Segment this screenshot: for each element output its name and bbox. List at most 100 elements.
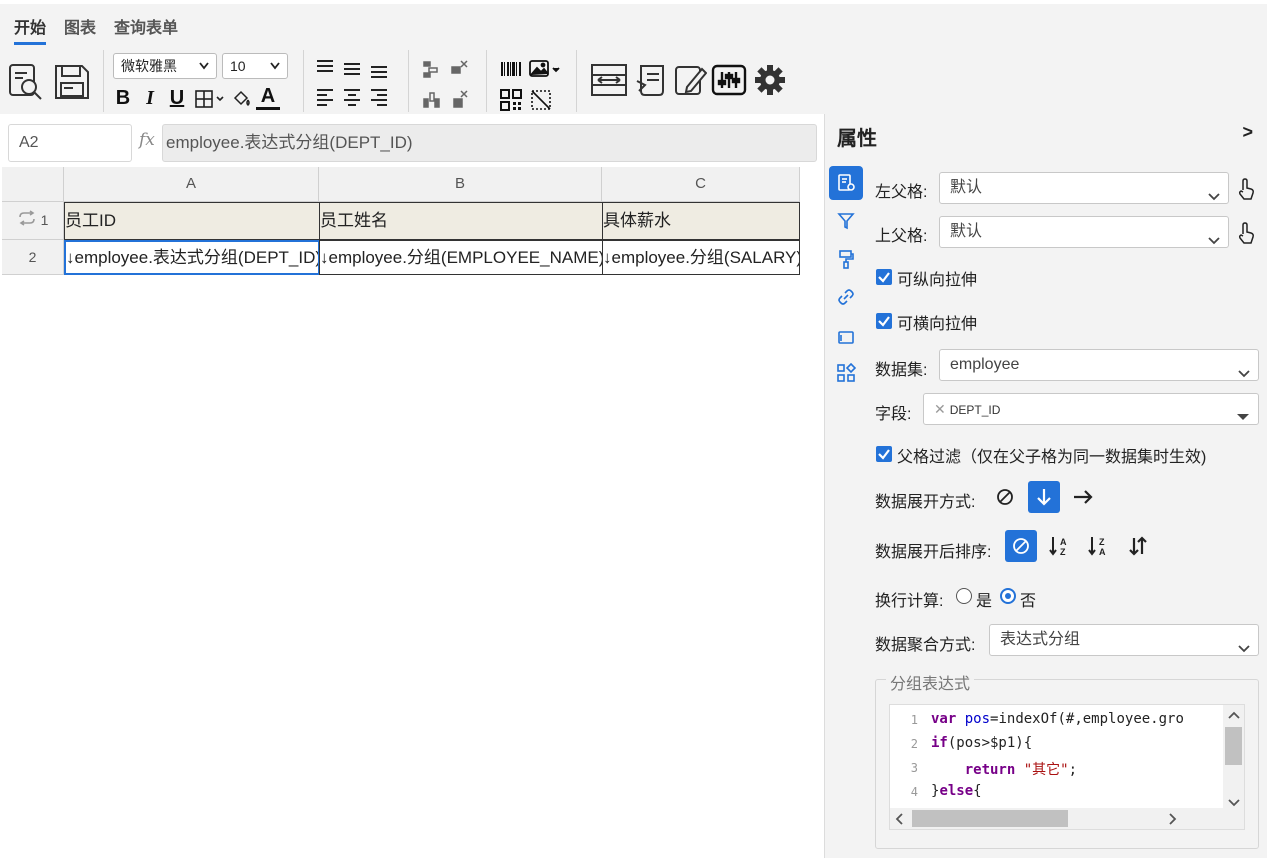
column-header-b[interactable]: B: [319, 167, 602, 202]
vertical-stretch-checkbox[interactable]: [876, 269, 892, 285]
field-value: DEPT_ID: [949, 403, 1001, 417]
delete-row-icon[interactable]: [448, 58, 470, 80]
no-sort-icon[interactable]: [1005, 530, 1037, 562]
font-family-select[interactable]: 微软雅黑: [113, 53, 217, 79]
cell-b1[interactable]: 员工姓名: [319, 202, 603, 240]
cell-reference-box[interactable]: A2: [8, 124, 132, 162]
row-header-2[interactable]: 2: [2, 240, 64, 275]
aggregate-select[interactable]: 表达式分组: [989, 624, 1259, 656]
separator: [103, 50, 104, 112]
code-editor[interactable]: 1 2 3 4 5 var pos=indexOf(#,employee.gro…: [889, 704, 1245, 830]
column-header-a[interactable]: A: [64, 167, 319, 202]
pick-cell-icon[interactable]: [1235, 220, 1257, 246]
row-header-1[interactable]: 1: [2, 202, 64, 240]
code-text: ;: [1068, 762, 1078, 778]
italic-button[interactable]: I: [139, 86, 161, 110]
align-left-icon[interactable]: [314, 86, 336, 108]
horizontal-stretch-checkbox[interactable]: [876, 313, 892, 329]
aggregate-label: 数据聚合方式:: [875, 637, 976, 654]
insert-col-icon[interactable]: [420, 88, 442, 110]
underline-button[interactable]: U: [166, 86, 188, 110]
code-string: "其它": [1023, 762, 1069, 778]
image-icon[interactable]: [528, 58, 562, 80]
vertical-scrollbar[interactable]: [1223, 705, 1244, 809]
align-right-icon[interactable]: [368, 86, 390, 108]
vertical-scroll-thumb[interactable]: [1225, 727, 1242, 765]
ribbon-tabs: 开始 图表 查询表单: [14, 14, 178, 45]
widgets-tab[interactable]: [829, 356, 863, 390]
collapse-panel-button[interactable]: >: [1242, 122, 1253, 143]
tab-chart[interactable]: 图表: [64, 14, 96, 45]
font-color-button[interactable]: A: [256, 85, 280, 110]
align-bottom-icon[interactable]: [368, 60, 390, 80]
qrcode-icon[interactable]: [498, 88, 524, 112]
edit-icon[interactable]: [672, 60, 708, 100]
ribbon-tools: 微软雅黑 10 B I U A: [0, 48, 800, 114]
parent-filter-checkbox[interactable]: [876, 446, 892, 462]
code-line-3: return "其它";: [931, 759, 1077, 779]
sort-ascending-icon[interactable]: AZ: [1044, 530, 1076, 562]
cell-b2[interactable]: ↓employee.分组(EMPLOYEE_NAME): [319, 240, 603, 275]
code-keyword: return: [964, 762, 1016, 778]
newline-yes-label: 是: [976, 593, 993, 610]
tab-query-form[interactable]: 查询表单: [114, 14, 178, 45]
expand-right-icon[interactable]: [1067, 481, 1099, 513]
gear-icon[interactable]: [752, 60, 788, 100]
cell-properties-tab[interactable]: [829, 166, 863, 200]
preview-icon[interactable]: [6, 62, 46, 102]
top-parent-select[interactable]: 默认: [939, 216, 1229, 248]
link-tab[interactable]: [829, 280, 863, 314]
horizontal-scrollbar[interactable]: [890, 808, 1244, 829]
cell-c1[interactable]: 具体薪水: [602, 202, 800, 240]
border-icon[interactable]: [194, 88, 226, 110]
expand-down-icon[interactable]: [1028, 481, 1060, 513]
delete-col-icon[interactable]: [448, 88, 470, 110]
dataset-value: employee: [950, 356, 1020, 373]
align-top-icon[interactable]: [314, 56, 336, 76]
formula-input[interactable]: employee.表达式分组(DEPT_ID): [162, 124, 817, 162]
separator: [576, 50, 577, 112]
newline-yes-radio[interactable]: [956, 588, 972, 604]
fill-color-icon[interactable]: [230, 88, 254, 110]
cell-a1[interactable]: 员工ID: [64, 202, 320, 240]
cell-a2[interactable]: ↓employee.表达式分组(DEPT_ID): [64, 240, 320, 275]
no-expand-icon[interactable]: [989, 481, 1021, 513]
page-setup-icon[interactable]: [589, 60, 629, 100]
align-middle-icon[interactable]: [341, 58, 363, 78]
properties-icon[interactable]: [710, 60, 748, 100]
dataset-select[interactable]: employee: [939, 349, 1259, 381]
scroll-right-icon[interactable]: [1168, 812, 1178, 828]
field-label: 字段:: [875, 406, 912, 423]
corner-cell[interactable]: [2, 167, 64, 202]
horizontal-scroll-thumb[interactable]: [912, 810, 1068, 827]
code-variable: pos: [964, 711, 991, 727]
scroll-left-icon[interactable]: [894, 812, 904, 828]
barcode-icon[interactable]: [498, 58, 524, 80]
sort-custom-icon[interactable]: [1122, 530, 1154, 562]
align-center-icon[interactable]: [341, 86, 363, 108]
save-icon[interactable]: [52, 62, 92, 102]
insert-row-icon[interactable]: [420, 58, 442, 80]
tab-start[interactable]: 开始: [14, 14, 47, 45]
left-parent-select[interactable]: 默认: [939, 172, 1229, 204]
newline-no-radio[interactable]: [1000, 588, 1016, 604]
remove-icon[interactable]: ✕: [934, 401, 946, 417]
bold-button[interactable]: B: [112, 86, 134, 110]
parameter-icon[interactable]: [634, 60, 670, 100]
border-tab[interactable]: [829, 320, 863, 354]
chevron-down-icon: [269, 54, 281, 87]
newline-no-label: 否: [1020, 593, 1037, 610]
scroll-up-icon[interactable]: [1228, 707, 1240, 723]
column-header-c[interactable]: C: [602, 167, 800, 202]
aggregate-value: 表达式分组: [1000, 631, 1081, 648]
filter-tab[interactable]: [829, 204, 863, 238]
horizontal-stretch-label: 可横向拉伸: [897, 316, 978, 333]
sort-descending-icon[interactable]: ZA: [1083, 530, 1115, 562]
svg-text:Z: Z: [1099, 537, 1105, 547]
font-size-select[interactable]: 10: [222, 53, 288, 79]
format-tab[interactable]: [829, 242, 863, 276]
slash-cell-icon[interactable]: [528, 88, 554, 112]
cell-c2[interactable]: ↓employee.分组(SALARY): [602, 240, 800, 275]
pick-cell-icon[interactable]: [1235, 176, 1257, 202]
field-select[interactable]: ✕ DEPT_ID: [923, 393, 1259, 425]
